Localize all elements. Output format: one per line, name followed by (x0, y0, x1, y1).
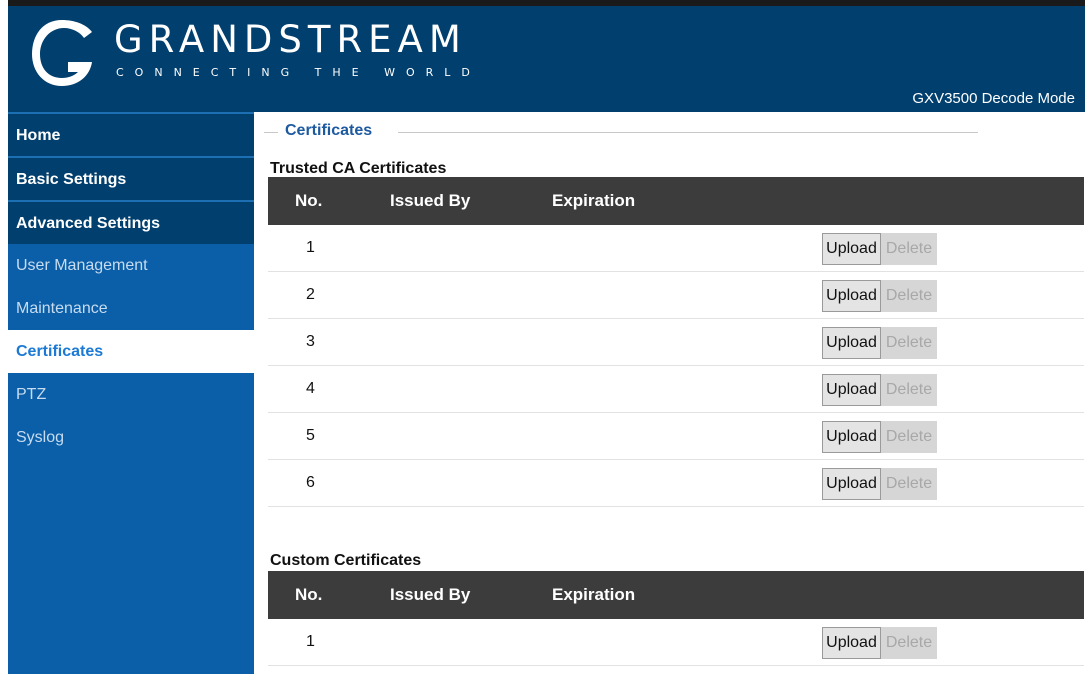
sidebar-item-syslog[interactable]: Syslog (8, 416, 254, 459)
table-row: 4 Upload Delete (268, 366, 1084, 413)
fieldset-border (398, 132, 978, 133)
column-header-issued-by: Issued By (390, 191, 471, 210)
table-row: 3 Upload Delete (268, 319, 1084, 366)
table-row: 1 Upload Delete (268, 619, 1084, 666)
delete-button[interactable]: Delete (881, 421, 937, 453)
sidebar-item-advanced-settings[interactable]: Advanced Settings (8, 200, 254, 244)
upload-button[interactable]: Upload (822, 468, 881, 500)
row-number: 6 (306, 474, 315, 491)
row-number: 1 (306, 239, 315, 256)
section-title: Certificates (285, 122, 373, 139)
custom-certificates-title: Custom Certificates (270, 552, 422, 569)
custom-table-header: No. Issued By Expiration (268, 571, 1084, 619)
delete-button[interactable]: Delete (881, 233, 937, 265)
sidebar-item-home[interactable]: Home (8, 112, 254, 156)
table-row: 1 Upload Delete (268, 225, 1084, 272)
sidebar-item-maintenance[interactable]: Maintenance (8, 287, 254, 330)
sidebar-nav: Home Basic Settings Advanced Settings Us… (8, 112, 254, 674)
table-row: 6 Upload Delete (268, 460, 1084, 507)
column-header-no: No. (295, 585, 323, 604)
upload-button[interactable]: Upload (822, 327, 881, 359)
column-header-no: No. (295, 191, 323, 210)
delete-button[interactable]: Delete (881, 327, 937, 359)
upload-button[interactable]: Upload (822, 233, 881, 265)
table-row: 2 Upload Delete (268, 272, 1084, 319)
delete-button[interactable]: Delete (881, 280, 937, 312)
header-bar: GRANDSTREAM CONNECTING THE WORLD GXV3500… (8, 0, 1085, 112)
row-number: 1 (306, 633, 315, 650)
sidebar-item-ptz[interactable]: PTZ (8, 373, 254, 416)
upload-button[interactable]: Upload (822, 627, 881, 659)
brand-name: GRANDSTREAM (114, 18, 467, 61)
column-header-issued-by: Issued By (390, 585, 471, 604)
trusted-table-header: No. Issued By Expiration (268, 177, 1084, 225)
delete-button[interactable]: Delete (881, 468, 937, 500)
trusted-ca-title: Trusted CA Certificates (270, 160, 447, 177)
grandstream-logo-icon (32, 20, 92, 86)
upload-button[interactable]: Upload (822, 280, 881, 312)
upload-button[interactable]: Upload (822, 421, 881, 453)
device-mode-label: GXV3500 Decode Mode (912, 90, 1075, 107)
brand-tagline: CONNECTING THE WORLD (116, 66, 481, 79)
sidebar-item-basic-settings[interactable]: Basic Settings (8, 156, 254, 200)
delete-button[interactable]: Delete (881, 374, 937, 406)
fieldset-border (264, 132, 278, 133)
sidebar-item-certificates[interactable]: Certificates (8, 330, 254, 373)
upload-button[interactable]: Upload (822, 374, 881, 406)
delete-button[interactable]: Delete (881, 627, 937, 659)
row-number: 4 (306, 380, 315, 397)
main-content: Certificates Trusted CA Certificates No.… (264, 112, 1085, 674)
column-header-expiration: Expiration (552, 585, 636, 604)
sidebar-item-user-management[interactable]: User Management (8, 244, 254, 287)
row-number: 2 (306, 286, 315, 303)
column-header-expiration: Expiration (552, 191, 636, 210)
row-number: 3 (306, 333, 315, 350)
row-number: 5 (306, 427, 315, 444)
table-row: 5 Upload Delete (268, 413, 1084, 460)
